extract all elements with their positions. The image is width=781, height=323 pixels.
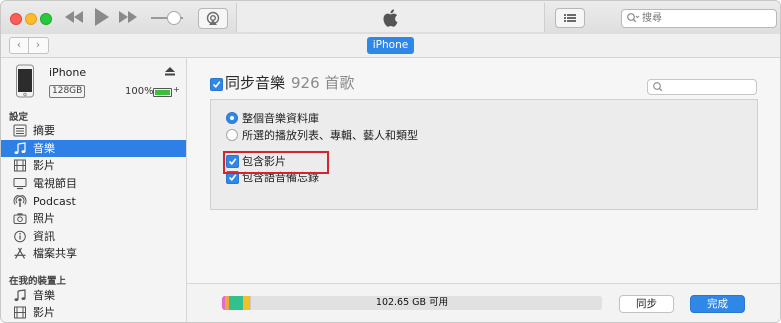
section-header-settings: 設定 (9, 112, 29, 123)
sidebar-item-label: 摘要 (33, 124, 55, 137)
section-header-on-my-device: 在我的裝置上 (9, 276, 67, 287)
back-forward-buttons: ‹ › (9, 37, 49, 54)
sidebar-item-file-sharing[interactable]: 檔案共享 (1, 245, 186, 262)
close-window-button[interactable] (10, 13, 22, 25)
storage-bar: 102.65 GB 可用 (222, 296, 602, 310)
device-button[interactable]: iPhone (367, 37, 414, 54)
navigation-bar: ‹ › iPhone (1, 34, 780, 58)
status-display (236, 3, 545, 32)
search-field[interactable] (621, 9, 777, 28)
capacity-badge: 128GB (49, 85, 86, 98)
zoom-window-button[interactable] (40, 13, 52, 25)
selected-items-radio[interactable] (226, 129, 238, 141)
music-note-icon (14, 142, 26, 154)
film-icon (14, 159, 26, 172)
search-icon (627, 13, 640, 23)
battery-percentage: 100% (125, 86, 154, 97)
sidebar-item-label: 影片 (33, 306, 55, 319)
iphone-icon (16, 64, 34, 98)
sidebar-item-label: 電視節目 (33, 177, 77, 190)
search-icon (653, 82, 663, 92)
sidebar-item-movies[interactable]: 影片 (1, 157, 186, 174)
info-icon (14, 230, 26, 243)
sidebar-item-label: 檔案共享 (33, 247, 77, 260)
app-store-icon (14, 247, 26, 259)
apple-logo-icon (383, 9, 398, 27)
music-search-field[interactable] (647, 79, 757, 95)
sync-music-label: 同步音樂 (225, 74, 286, 92)
tv-icon (13, 178, 27, 190)
song-count: 926 首歌 (291, 74, 355, 92)
entire-library-label[interactable]: 整個音樂資料庫 (242, 110, 319, 126)
entire-library-radio[interactable] (226, 112, 238, 124)
checkmark-icon (228, 174, 237, 181)
minimize-window-button[interactable] (25, 13, 37, 25)
film-icon (14, 306, 26, 319)
fast-forward-icon[interactable] (117, 8, 139, 26)
sidebar-item-label: 資訊 (33, 230, 55, 243)
sync-options-panel: 整個音樂資料庫 所選的播放列表、專輯、藝人和類型 包含影片 包含語音備忘錄 (210, 99, 758, 210)
sync-music-checkbox[interactable] (210, 78, 223, 91)
itunes-window: ‹ › iPhone iPhone 128GB 100% + 設定 摘要 音樂 … (0, 0, 781, 323)
sync-button[interactable]: 同步 (619, 295, 674, 313)
sync-music-title: 同步音樂 926 首歌 (225, 72, 354, 93)
checkmark-icon (212, 81, 221, 88)
highlight-box (223, 151, 329, 174)
camera-icon (13, 213, 27, 224)
list-icon (564, 14, 576, 22)
play-icon[interactable] (91, 6, 111, 28)
sidebar-item-label: Podcast (33, 195, 76, 208)
title-bar (1, 1, 780, 35)
sidebar-item-summary[interactable]: 摘要 (1, 122, 186, 139)
up-next-button[interactable] (555, 8, 585, 28)
list-icon (13, 124, 27, 137)
airplay-button[interactable] (198, 8, 228, 29)
sidebar-item-info[interactable]: 資訊 (1, 228, 186, 245)
eject-icon[interactable] (165, 67, 175, 76)
charging-icon: + (173, 85, 180, 94)
sidebar-item-music[interactable]: 音樂 (1, 140, 186, 157)
rewind-icon[interactable] (63, 8, 85, 26)
device-name: iPhone (49, 66, 87, 79)
done-button[interactable]: 完成 (690, 295, 745, 313)
sidebar: iPhone 128GB 100% + 設定 摘要 音樂 影片 電視節目 Pod… (1, 58, 187, 322)
forward-button[interactable]: › (29, 38, 47, 53)
sidebar-item-label: 照片 (33, 212, 55, 225)
sidebar-item-device-movies[interactable]: 影片 (1, 304, 186, 321)
back-button[interactable]: ‹ (10, 38, 29, 53)
sidebar-item-photos[interactable]: 照片 (1, 210, 186, 227)
sidebar-item-tv-shows[interactable]: 電視節目 (1, 175, 186, 192)
sidebar-item-device-music[interactable]: 音樂 (1, 287, 186, 304)
sidebar-item-label: 音樂 (33, 142, 55, 155)
footer-bar: 102.65 GB 可用 同步 完成 (187, 283, 780, 322)
sidebar-item-label: 影片 (33, 159, 55, 172)
sidebar-item-label: 音樂 (33, 289, 55, 302)
music-note-icon (14, 289, 26, 301)
storage-free-label: 102.65 GB 可用 (375, 297, 449, 308)
device-header[interactable]: iPhone 128GB 100% + (1, 58, 186, 104)
volume-slider-knob[interactable] (167, 11, 181, 25)
sidebar-item-podcast[interactable]: Podcast (1, 193, 186, 210)
selected-items-label[interactable]: 所選的播放列表、專輯、藝人和類型 (242, 127, 418, 143)
battery-icon (153, 88, 172, 97)
airplay-icon (206, 11, 220, 25)
podcast-icon (13, 195, 27, 207)
search-input[interactable] (642, 11, 762, 25)
